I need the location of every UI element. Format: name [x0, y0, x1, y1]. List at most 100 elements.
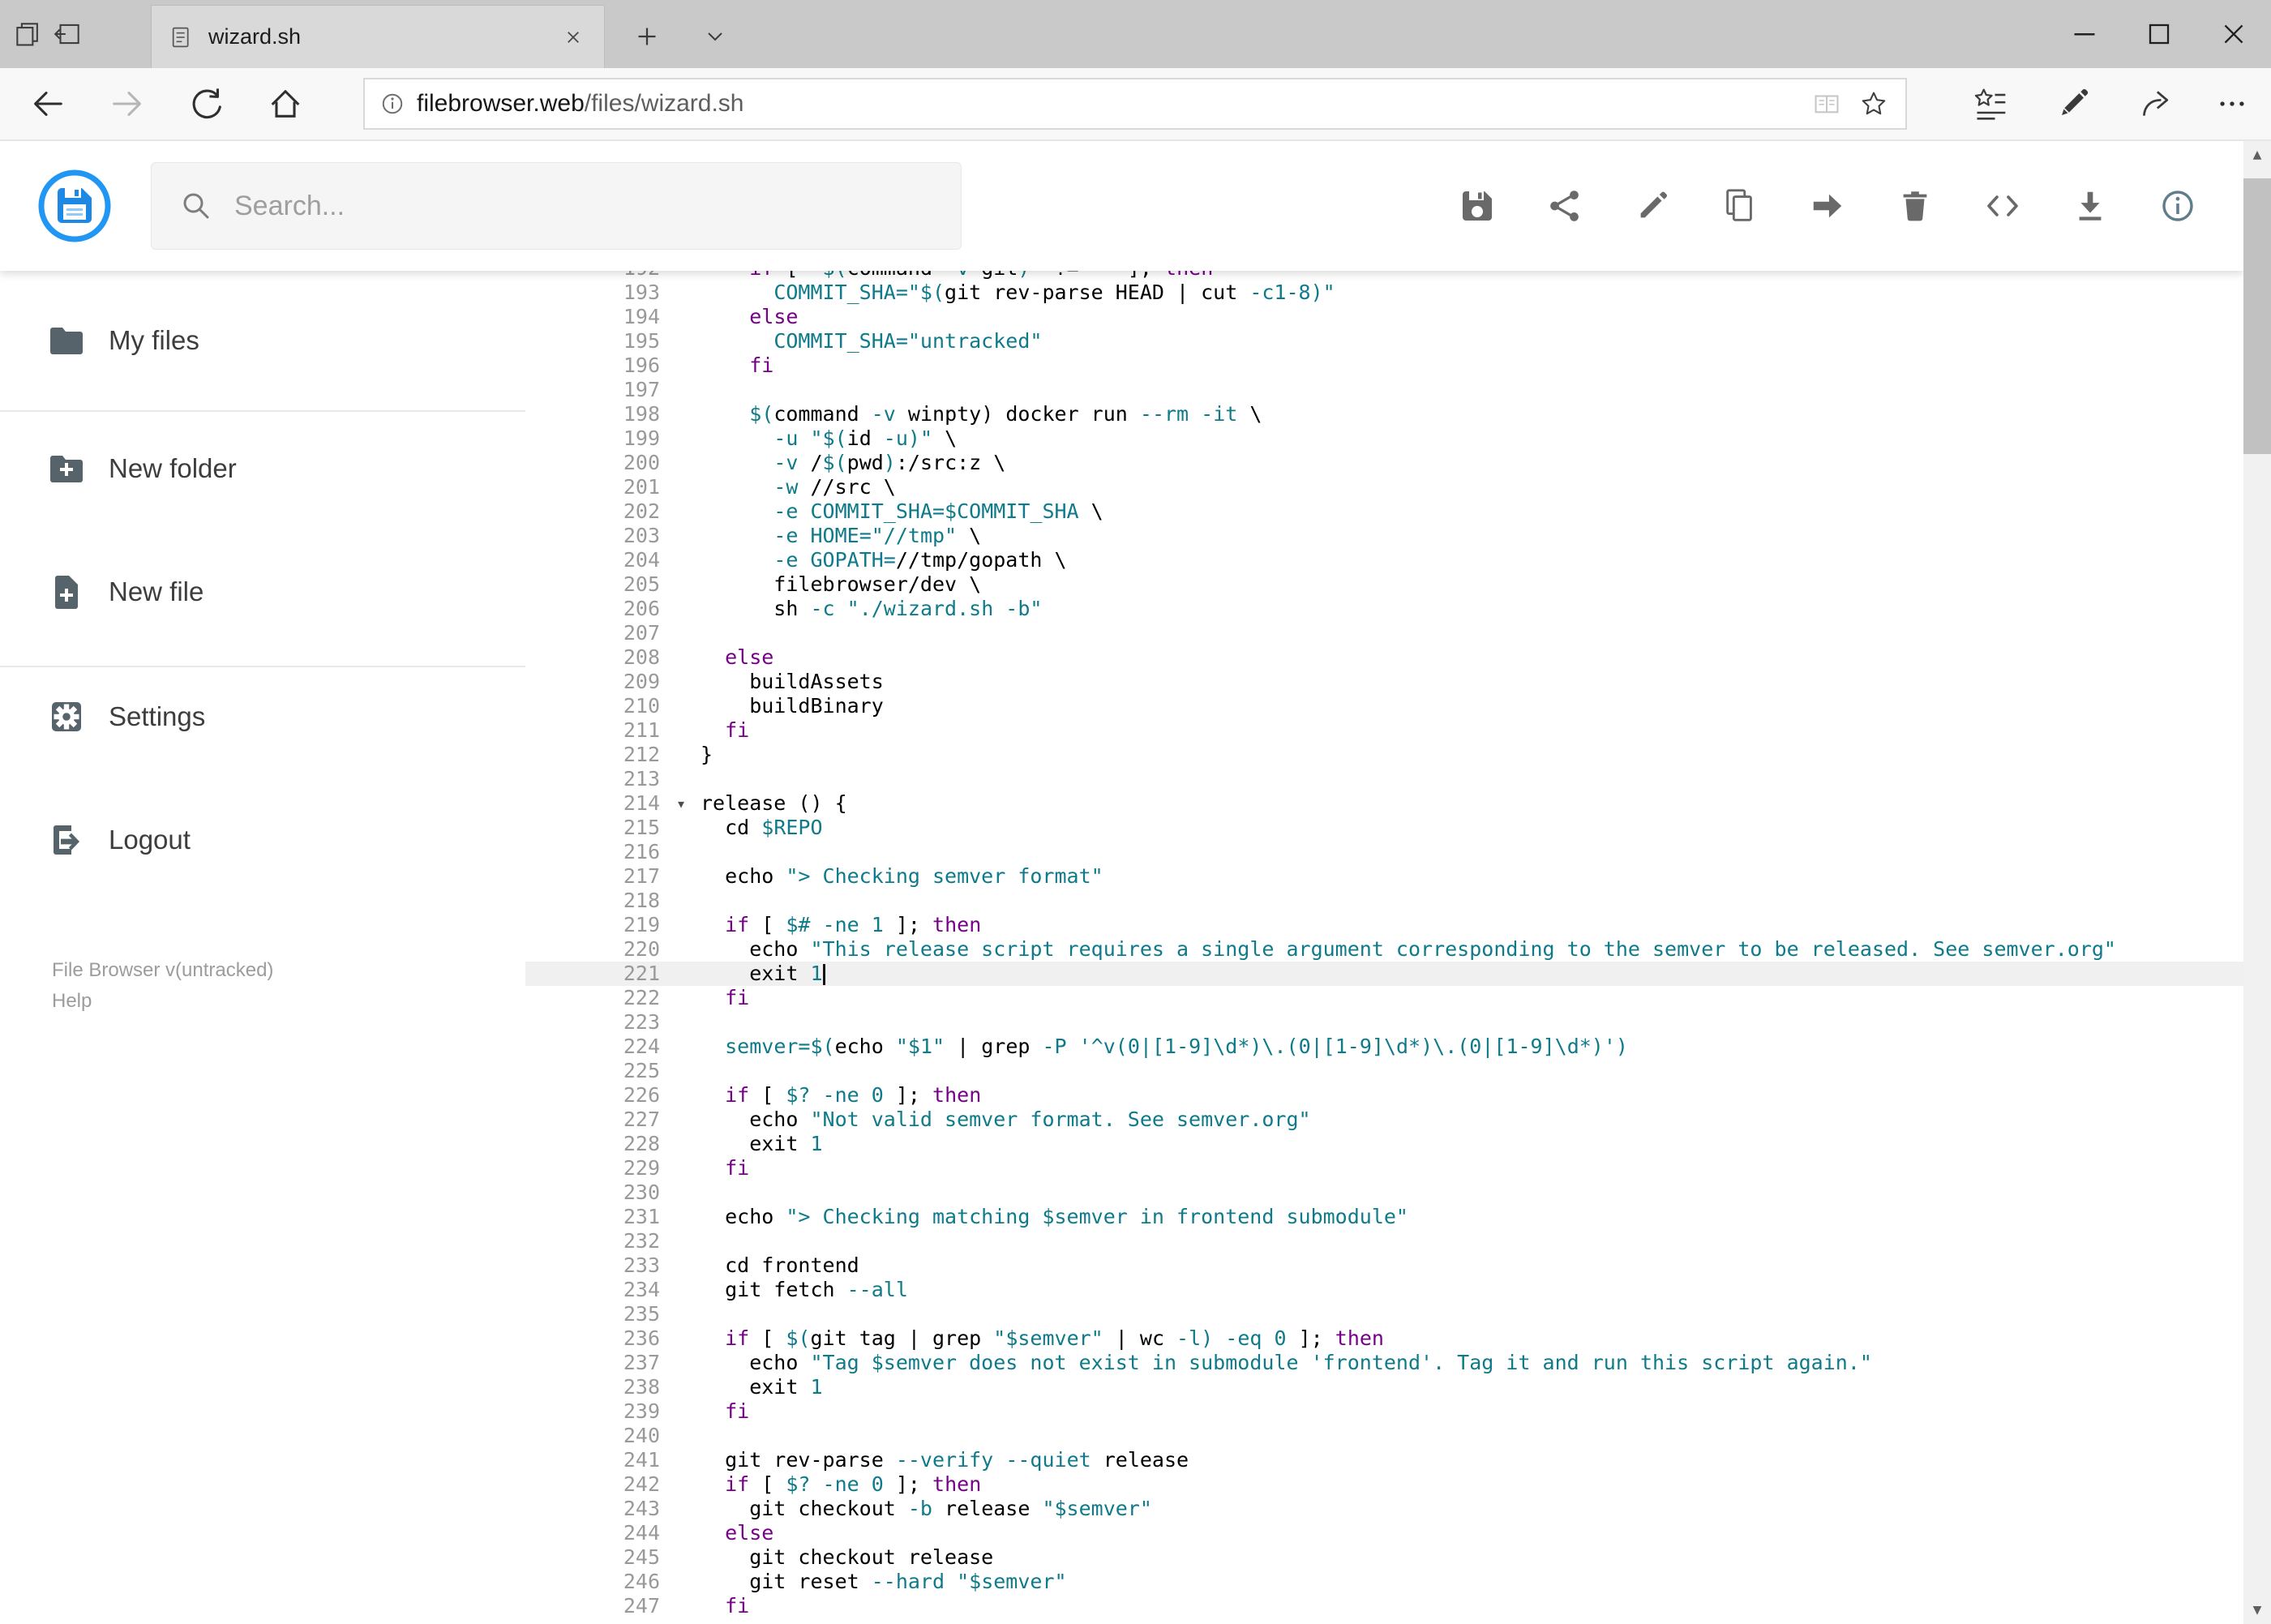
hub-button[interactable] — [1952, 68, 2029, 139]
code-line-244[interactable]: 244 else — [525, 1521, 2243, 1545]
code-line-195[interactable]: 195 COMMIT_SHA="untracked" — [525, 329, 2243, 354]
code-line-246[interactable]: 246 git reset --hard "$semver" — [525, 1570, 2243, 1594]
code-line-238[interactable]: 238 exit 1 — [525, 1375, 2243, 1399]
code-line-214[interactable]: 214 ▾ release () { — [525, 791, 2243, 816]
tab-preview-chevron-icon[interactable] — [686, 5, 744, 68]
code-line-240[interactable]: 240 — [525, 1424, 2243, 1448]
code-line-216[interactable]: 216 — [525, 840, 2243, 864]
code-line-199[interactable]: 199 -u "$(id -u)" \ — [525, 426, 2243, 451]
code-line-194[interactable]: 194 else — [525, 305, 2243, 329]
code-line-228[interactable]: 228 exit 1 — [525, 1132, 2243, 1156]
delete-button[interactable] — [1888, 141, 1943, 271]
code-line-241[interactable]: 241 git rev-parse --verify --quiet relea… — [525, 1448, 2243, 1472]
rename-button[interactable] — [1625, 141, 1680, 271]
code-line-227[interactable]: 227 echo "Not valid semver format. See s… — [525, 1108, 2243, 1132]
tab-close-icon[interactable] — [555, 19, 591, 55]
code-line-224[interactable]: 224 semver=$(echo "$1" | grep -P '^v(0|[… — [525, 1035, 2243, 1059]
code-line-200[interactable]: 200 -v /$(pwd):/src:z \ — [525, 451, 2243, 475]
code-line-221[interactable]: 221 exit 1 — [525, 962, 2243, 986]
code-line-206[interactable]: 206 sh -c "./wizard.sh -b" — [525, 597, 2243, 621]
code-line-203[interactable]: 203 -e HOME="//tmp" \ — [525, 524, 2243, 548]
code-line-218[interactable]: 218 — [525, 889, 2243, 913]
reading-view-icon[interactable] — [1811, 88, 1842, 119]
code-line-215[interactable]: 215 cd $REPO — [525, 816, 2243, 840]
code-line-234[interactable]: 234 git fetch --all — [525, 1278, 2243, 1302]
code-line-243[interactable]: 243 git checkout -b release "$semver" — [525, 1497, 2243, 1521]
code-line-237[interactable]: 237 echo "Tag $semver does not exist in … — [525, 1351, 2243, 1375]
page-scrollbar[interactable]: ▲ ▼ — [2243, 141, 2271, 1624]
address-bar[interactable]: filebrowser.web/files/wizard.sh — [363, 78, 1907, 130]
code-line-236[interactable]: 236 if [ $(git tag | grep "$semver" | wc… — [525, 1326, 2243, 1351]
code-line-247[interactable]: 247 fi — [525, 1594, 2243, 1618]
code-line-231[interactable]: 231 echo "> Checking matching $semver in… — [525, 1205, 2243, 1229]
home-button[interactable] — [248, 68, 323, 139]
browser-tab[interactable]: wizard.sh — [151, 5, 605, 68]
info-button[interactable] — [2150, 141, 2205, 271]
code-line-207[interactable]: 207 — [525, 621, 2243, 645]
code-line-193[interactable]: 193 COMMIT_SHA="$(git rev-parse HEAD | c… — [525, 281, 2243, 305]
search-input[interactable] — [233, 189, 961, 223]
switch-editor-button[interactable] — [1975, 141, 2030, 271]
set-tabs-aside-icon[interactable] — [47, 0, 89, 68]
code-line-209[interactable]: 209 buildAssets — [525, 670, 2243, 694]
code-line-235[interactable]: 235 — [525, 1302, 2243, 1326]
code-line-232[interactable]: 232 — [525, 1229, 2243, 1253]
more-button[interactable] — [2193, 68, 2271, 139]
code-line-229[interactable]: 229 fi — [525, 1156, 2243, 1181]
code-line-245[interactable]: 245 git checkout release — [525, 1545, 2243, 1570]
scroll-down-icon[interactable]: ▼ — [2243, 1596, 2271, 1624]
code-line-230[interactable]: 230 — [525, 1181, 2243, 1205]
fold-marker-icon[interactable]: ▾ — [676, 791, 686, 816]
code-line-198[interactable]: 198 $(command -v winpty) docker run --rm… — [525, 402, 2243, 426]
tabs-set-aside-icon[interactable] — [6, 0, 49, 68]
code-line-239[interactable]: 239 fi — [525, 1399, 2243, 1424]
code-line-192[interactable]: 192 if [ "$(command -v git)" != "" ]; th… — [525, 271, 2243, 281]
code-line-233[interactable]: 233 cd frontend — [525, 1253, 2243, 1278]
code-line-205[interactable]: 205 filebrowser/dev \ — [525, 572, 2243, 597]
code-line-210[interactable]: 210 buildBinary — [525, 694, 2243, 718]
favorite-star-icon[interactable] — [1858, 88, 1889, 119]
minimize-button[interactable] — [2047, 0, 2122, 68]
maximize-button[interactable] — [2122, 0, 2196, 68]
download-button[interactable] — [2063, 141, 2118, 271]
code-line-242[interactable]: 242 if [ $? -ne 0 ]; then — [525, 1472, 2243, 1497]
code-line-225[interactable]: 225 — [525, 1059, 2243, 1083]
sidebar-item-settings[interactable]: Settings — [0, 678, 525, 756]
scrollbar-thumb[interactable] — [2243, 178, 2271, 454]
refresh-button[interactable] — [170, 68, 245, 139]
code-line-219[interactable]: 219 if [ $# -ne 1 ]; then — [525, 913, 2243, 937]
code-line-196[interactable]: 196 fi — [525, 354, 2243, 378]
help-link[interactable]: Help — [52, 986, 273, 1017]
code-line-223[interactable]: 223 — [525, 1010, 2243, 1035]
code-editor[interactable]: 192 if [ "$(command -v git)" != "" ]; th… — [525, 271, 2243, 1624]
copy-button[interactable] — [1712, 141, 1768, 271]
sidebar-item-my-files[interactable]: My files — [0, 302, 525, 379]
web-note-button[interactable] — [2034, 68, 2112, 139]
code-line-211[interactable]: 211 fi — [525, 718, 2243, 743]
code-line-212[interactable]: 212} — [525, 743, 2243, 767]
code-line-197[interactable]: 197 — [525, 378, 2243, 402]
share-button[interactable] — [2117, 68, 2195, 139]
code-line-201[interactable]: 201 -w //src \ — [525, 475, 2243, 499]
code-line-222[interactable]: 222 fi — [525, 986, 2243, 1010]
new-tab-button[interactable] — [618, 5, 676, 68]
code-line-226[interactable]: 226 if [ $? -ne 0 ]; then — [525, 1083, 2243, 1108]
share-file-button[interactable] — [1537, 141, 1592, 271]
search-box[interactable] — [151, 162, 962, 250]
sidebar-item-new-folder[interactable]: New folder — [0, 430, 525, 508]
sidebar-item-logout[interactable]: Logout — [0, 801, 525, 879]
code-line-204[interactable]: 204 -e GOPATH=//tmp/gopath \ — [525, 548, 2243, 572]
code-line-220[interactable]: 220 echo "This release script requires a… — [525, 937, 2243, 962]
scroll-up-icon[interactable]: ▲ — [2243, 141, 2271, 169]
back-button[interactable] — [10, 68, 84, 139]
close-button[interactable] — [2196, 0, 2271, 68]
move-button[interactable] — [1800, 141, 1855, 271]
forward-button[interactable] — [91, 68, 165, 139]
save-button[interactable] — [1450, 141, 1505, 271]
sidebar-item-new-file[interactable]: New file — [0, 553, 525, 631]
code-line-208[interactable]: 208 else — [525, 645, 2243, 670]
site-info-icon[interactable] — [378, 89, 407, 118]
code-line-202[interactable]: 202 -e COMMIT_SHA=$COMMIT_SHA \ — [525, 499, 2243, 524]
code-line-213[interactable]: 213 — [525, 767, 2243, 791]
code-line-217[interactable]: 217 echo "> Checking semver format" — [525, 864, 2243, 889]
